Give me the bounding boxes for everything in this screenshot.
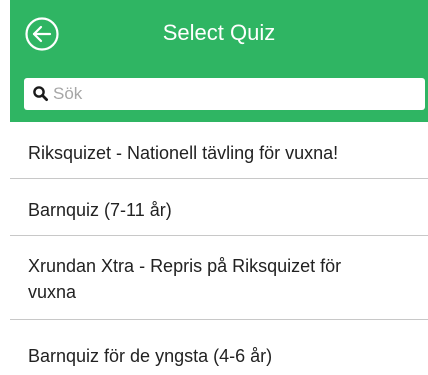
quiz-item-label: Barnquiz (7-11 år) xyxy=(28,200,172,220)
search-bar[interactable] xyxy=(24,78,425,110)
quiz-item-label: Xrundan Xtra - Repris på Riksquizet för … xyxy=(28,256,342,302)
top-bar: Select Quiz xyxy=(10,0,428,62)
quiz-item-barnquiz-yngsta[interactable]: Barnquiz för de yngsta (4-6 år) xyxy=(10,320,428,375)
quiz-item-label: Riksquizet - Nationell tävling för vuxna… xyxy=(28,143,339,163)
quiz-list: Riksquizet - Nationell tävling för vuxna… xyxy=(10,122,428,375)
select-quiz-screen: Select Quiz Riksquizet - Nationell tävli… xyxy=(0,0,428,375)
quiz-item-riksquizet[interactable]: Riksquizet - Nationell tävling för vuxna… xyxy=(10,122,428,179)
header: Select Quiz xyxy=(10,0,428,122)
page-title: Select Quiz xyxy=(162,20,276,45)
search-icon xyxy=(32,85,50,103)
quiz-item-barnquiz[interactable]: Barnquiz (7-11 år) xyxy=(10,179,428,236)
arrow-left-circle-icon xyxy=(25,17,59,51)
search-input[interactable] xyxy=(53,80,413,108)
quiz-item-xrundan-xtra[interactable]: Xrundan Xtra - Repris på Riksquizet för … xyxy=(10,236,428,320)
quiz-item-label: Barnquiz för de yngsta (4-6 år) xyxy=(28,346,273,366)
back-button[interactable] xyxy=(25,17,59,51)
